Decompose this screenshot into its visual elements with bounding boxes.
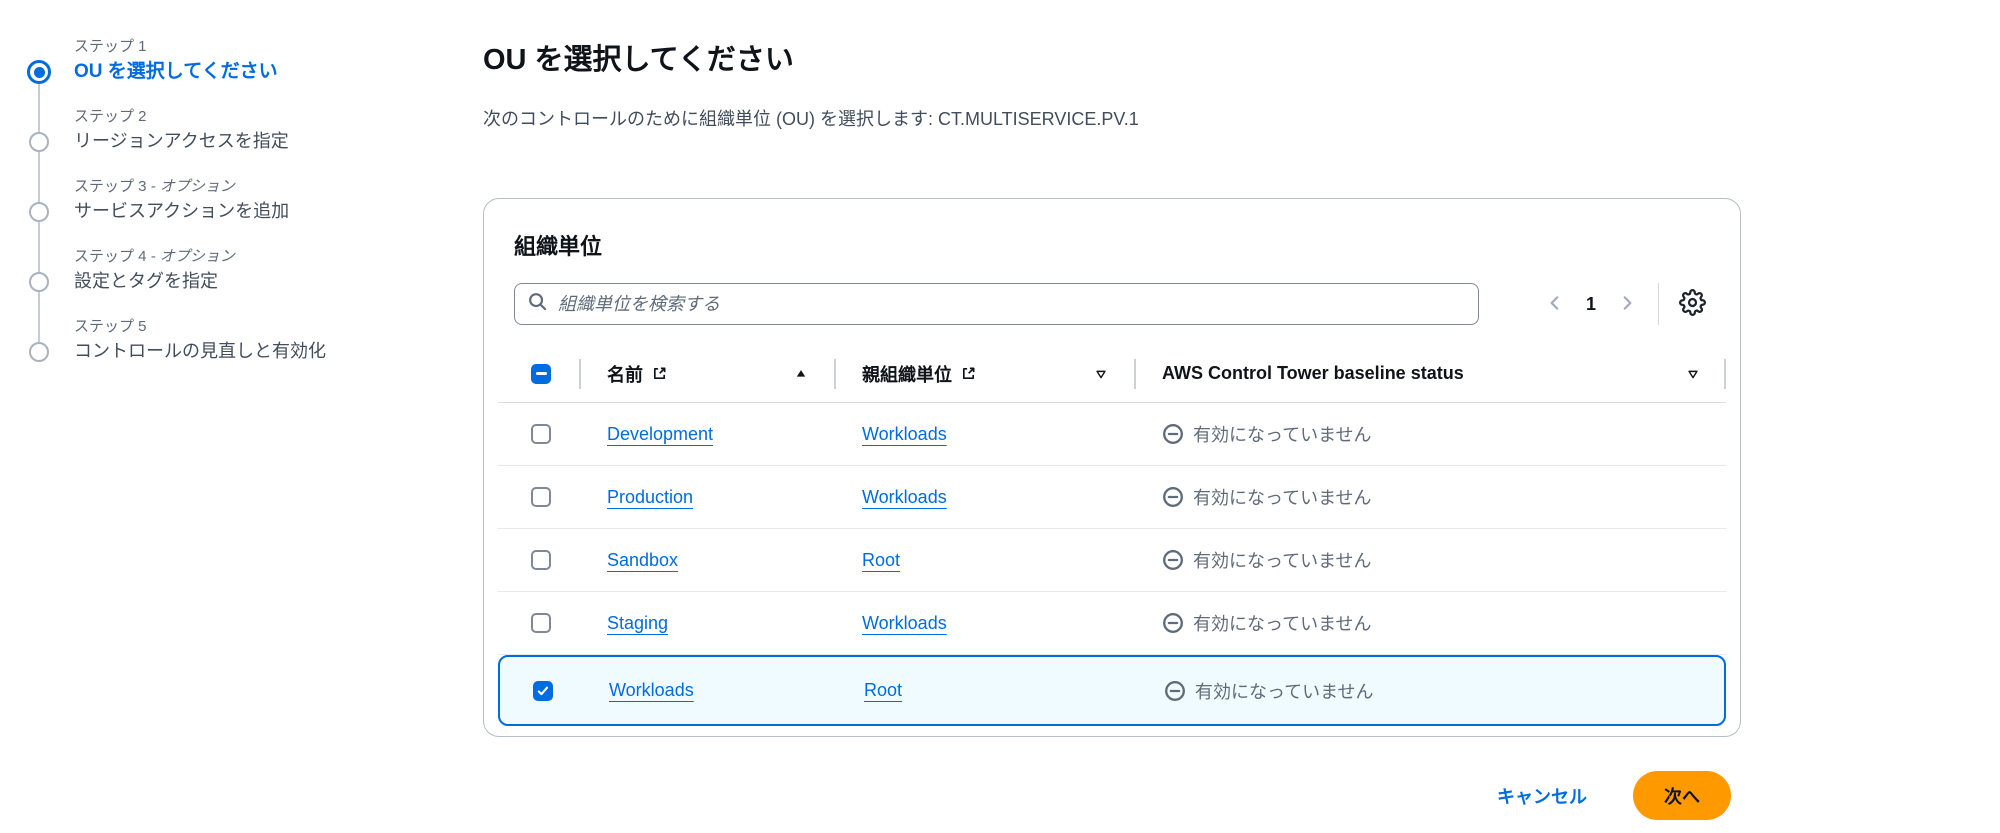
- step-title: 設定とタグを指定: [74, 271, 218, 291]
- wizard-step-1: ステップ 1 OU を選択してください: [27, 36, 458, 106]
- step-number-label: ステップ 5: [74, 318, 147, 335]
- ou-name-link[interactable]: Development: [607, 424, 713, 445]
- column-header-name[interactable]: 名前: [579, 345, 834, 402]
- step-radio-active-icon: [27, 60, 51, 84]
- column-header-baseline-status[interactable]: AWS Control Tower baseline status: [1134, 345, 1726, 402]
- status-cell: 有効になっていません: [1136, 678, 1724, 704]
- sort-ascending-icon: [794, 367, 808, 381]
- step-title: リージョンアクセスを指定: [74, 131, 289, 151]
- next-page-button[interactable]: [1612, 288, 1642, 321]
- ou-name-link[interactable]: Workloads: [609, 680, 694, 701]
- select-all-checkbox[interactable]: [531, 363, 551, 384]
- chevron-right-icon: [1618, 294, 1636, 315]
- parent-ou-link[interactable]: Root: [862, 550, 900, 571]
- status-cell: 有効になっていません: [1134, 547, 1726, 573]
- search-input[interactable]: [556, 292, 1465, 316]
- status-cell: 有効になっていません: [1134, 484, 1726, 510]
- external-link-icon: [961, 366, 976, 381]
- status-text: 有効になっていません: [1193, 488, 1372, 508]
- step-number-label: ステップ 1: [74, 38, 147, 55]
- page-title: OU を選択してください: [483, 44, 794, 76]
- column-header-parent-ou[interactable]: 親組織単位: [834, 345, 1134, 402]
- ou-name-link[interactable]: Production: [607, 487, 693, 508]
- pagination: 1: [1540, 288, 1642, 321]
- step-optional-label: - オプション: [146, 178, 235, 195]
- row-checkbox-checked[interactable]: [533, 680, 553, 701]
- card-title: 組織単位: [514, 234, 603, 259]
- step-radio-icon: [29, 272, 49, 292]
- row-checkbox[interactable]: [531, 550, 551, 570]
- parent-ou-link[interactable]: Root: [864, 680, 902, 701]
- step-number-label: ステップ 3: [74, 178, 147, 195]
- previous-page-button[interactable]: [1540, 288, 1570, 321]
- parent-ou-link[interactable]: Workloads: [862, 424, 947, 445]
- table-header-row: 名前 親組織単位 AWS Control Tower baseline stat…: [498, 345, 1726, 403]
- status-text: 有効になっていません: [1193, 425, 1372, 445]
- cancel-button[interactable]: キャンセル: [1497, 783, 1587, 809]
- table-row[interactable]: Development Workloads 有効になっていません: [498, 403, 1726, 466]
- ou-name-link[interactable]: Sandbox: [607, 550, 678, 571]
- wizard-footer-actions: キャンセル 次へ: [483, 771, 1741, 820]
- step-optional-label: - オプション: [146, 248, 235, 265]
- parent-ou-link[interactable]: Workloads: [862, 613, 947, 634]
- status-text: 有効になっていません: [1195, 681, 1374, 702]
- step-number-label: ステップ 2: [74, 108, 147, 125]
- wizard-step-2: ステップ 2 リージョンアクセスを指定: [28, 82, 458, 176]
- step-radio-icon: [29, 132, 49, 152]
- row-checkbox[interactable]: [531, 487, 551, 507]
- sort-none-icon: [1686, 367, 1700, 381]
- wizard-step-3: ステップ 3 - オプション サービスアクションを追加: [28, 152, 458, 246]
- status-cell: 有効になっていません: [1134, 421, 1726, 447]
- table-row[interactable]: Staging Workloads 有効になっていません: [498, 592, 1726, 655]
- status-text: 有効になっていません: [1193, 614, 1372, 634]
- step-number-label: ステップ 4: [74, 248, 147, 265]
- select-all-header-cell: [498, 345, 579, 402]
- main-content: OU を選択してください 次のコントロールのために組織単位 (OU) を選択しま…: [483, 40, 1741, 820]
- organizational-units-card: 組織単位 1: [483, 198, 1741, 737]
- chevron-left-icon: [1546, 294, 1564, 315]
- row-checkbox[interactable]: [531, 424, 551, 444]
- search-icon: [528, 292, 547, 316]
- ou-search-field[interactable]: [514, 283, 1479, 325]
- external-link-icon: [652, 366, 667, 381]
- not-enabled-status-icon: [1162, 612, 1184, 634]
- table-row[interactable]: Production Workloads 有効になっていません: [498, 466, 1726, 529]
- status-text: 有効になっていません: [1193, 551, 1372, 571]
- ou-name-link[interactable]: Staging: [607, 613, 668, 634]
- current-page-number[interactable]: 1: [1586, 294, 1596, 315]
- table-row[interactable]: Sandbox Root 有効になっていません: [498, 529, 1726, 592]
- status-cell: 有効になっていません: [1134, 610, 1726, 636]
- sort-none-icon: [1094, 367, 1108, 381]
- gear-icon: [1679, 289, 1706, 319]
- step-radio-icon: [29, 202, 49, 222]
- wizard-step-5: ステップ 5 コントロールの見直しと有効化: [28, 292, 458, 386]
- wizard-steps-nav: ステップ 1 OU を選択してください ステップ 2 リージョンアクセスを指定 …: [27, 36, 458, 386]
- parent-ou-link[interactable]: Workloads: [862, 487, 947, 508]
- toolbar-divider: [1658, 283, 1659, 325]
- not-enabled-status-icon: [1162, 423, 1184, 445]
- step-title: OU を選択してください: [74, 61, 278, 82]
- not-enabled-status-icon: [1164, 680, 1186, 702]
- row-checkbox[interactable]: [531, 613, 551, 633]
- next-button[interactable]: 次へ: [1633, 771, 1731, 820]
- not-enabled-status-icon: [1162, 549, 1184, 571]
- step-radio-icon: [29, 342, 49, 362]
- wizard-step-4: ステップ 4 - オプション 設定とタグを指定: [28, 222, 458, 316]
- not-enabled-status-icon: [1162, 486, 1184, 508]
- table-row-selected[interactable]: Workloads Root 有効になっていません: [498, 655, 1726, 726]
- step-title: サービスアクションを追加: [74, 201, 290, 221]
- page-subtitle: 次のコントロールのために組織単位 (OU) を選択します: CT.MULTISE…: [483, 109, 1139, 129]
- step-title: コントロールの見直しと有効化: [74, 341, 326, 361]
- table-preferences-button[interactable]: [1675, 285, 1710, 323]
